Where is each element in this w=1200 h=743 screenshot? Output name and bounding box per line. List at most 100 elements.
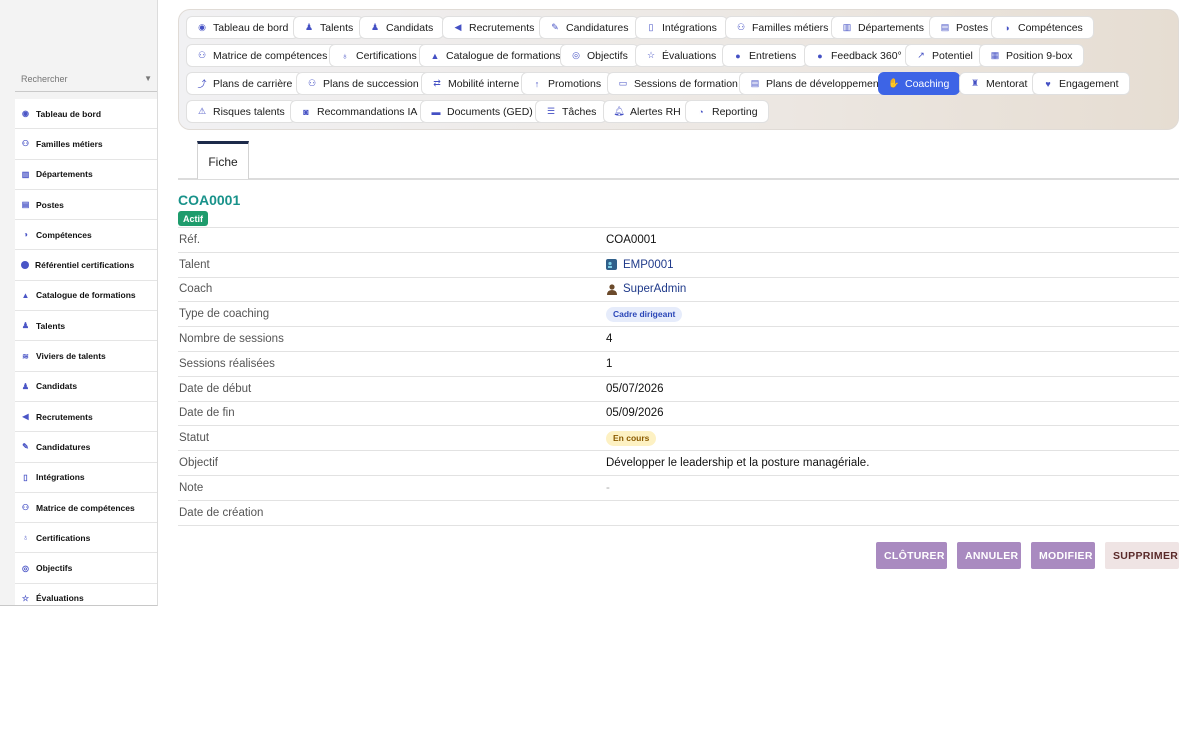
nav-chip-label: Plans de développement [766,77,882,90]
nav-chip-tableau-de-bord[interactable]: ◉ Tableau de bord [186,16,300,39]
sidebar-item-integrations[interactable]: ▯ Intégrations [15,463,157,493]
nav-chip-mentorat[interactable]: ♜ Mentorat [959,72,1039,95]
file-signature-icon: ✎ [551,22,559,32]
award-icon: ♁ [22,533,29,543]
nav-chip-position-9-box[interactable]: ▦ Position 9-box [979,44,1084,67]
nav-chip-familles-metiers[interactable]: ⚇ Familles métiers [725,16,840,39]
nav-chip-candidats[interactable]: ♟ Candidats [359,16,445,39]
field-label: Réf. [179,233,201,246]
route-icon: ⤴ [197,79,207,89]
sidebar-item-recrutements[interactable]: ◀ Recrutements [15,402,157,433]
sidebar-item-viviers-talents[interactable]: ≋ Viviers de talents [15,341,157,372]
nav-chip-recommandations-ia[interactable]: ◙ Recommandations IA [290,100,429,123]
sidebar-item-competences[interactable]: ◑ Compétences [15,220,157,251]
comment-icon: ● [817,50,823,61]
field-row-created: Date de création [178,501,1179,526]
nav-chip-catalogue-formations[interactable]: ▲ Catalogue de formations [419,44,572,67]
sidebar-item-tableau-de-bord[interactable]: ◉ Tableau de bord [15,99,157,130]
matrix-icon: ⚇ [21,503,30,512]
sidebar-item-referentiel-certifications[interactable]: Référentiel certifications [15,250,157,281]
coach-value[interactable]: SuperAdmin [623,283,686,295]
id-card-icon [606,259,617,271]
record-tabs: Fiche [178,141,1179,180]
nav-chip-mobilite-interne[interactable]: ⇄ Mobilité interne [421,72,531,95]
field-row-coach: Coach SuperAdmin [178,278,1179,303]
talent-link[interactable]: EMP0001 [606,259,674,271]
module-navigation: ◉ Tableau de bord ♟ Talents ♟ Candidats ◀ Re… [178,9,1179,130]
nav-chip-label: Tâches [562,105,597,118]
search-select[interactable]: ▼ [15,66,157,92]
field-row-ref: Réf. COA0001 [178,228,1179,253]
dashboard-icon: ◉ [198,22,206,32]
nav-chip-potentiel[interactable]: ↗ Potentiel [905,44,984,67]
star-icon: ☆ [646,50,656,60]
tasks-icon: ☰ [546,106,556,116]
nav-chip-recrutements[interactable]: ◀ Recrutements [442,16,546,39]
sidebar-item-evaluations[interactable]: ☆ Évaluations [15,584,157,605]
nav-chip-taches[interactable]: ☰ Tâches [535,100,608,123]
sidebar-item-postes[interactable]: ▤ Postes [15,190,157,221]
nav-chip-plans-carriere[interactable]: ⤴ Plans de carrière [186,72,304,95]
chevron-down-icon[interactable]: ▼ [144,74,152,83]
edit-button[interactable]: MODIFIER [1031,542,1095,569]
nav-chip-label: Intégrations [662,21,717,34]
nav-chip-plans-developpement[interactable]: ▤ Plans de développement [739,72,893,95]
talent-value[interactable]: EMP0001 [623,259,674,271]
sidebar-item-candidats[interactable]: ♟ Candidats [15,372,157,402]
sidebar-item-catalogue-formations[interactable]: ▲ Catalogue de formations [15,281,157,312]
status-pill: En cours [606,430,657,446]
nav-chip-alertes-rh[interactable]: 🔔︎ Alertes RH [603,100,692,123]
field-label: Talent [179,258,210,271]
sidebar-item-candidatures[interactable]: ✎ Candidatures [15,432,157,463]
sidebar-item-matrice-competences[interactable]: ⚇ Matrice de compétences [15,493,157,524]
nav-chip-candidatures[interactable]: ✎ Candidatures [539,16,640,39]
coach-link[interactable]: SuperAdmin [606,283,686,295]
field-value: 05/09/2026 [606,407,664,420]
nav-chip-documents-ged[interactable]: ▬ Documents (GED) [420,100,544,123]
nav-chip-departements[interactable]: ▥ Départements [831,16,935,39]
user-icon: ♟ [304,22,314,32]
sidebar-item-familles-metiers[interactable]: ⚇ Familles métiers [15,129,157,160]
status-badge: Actif [178,211,208,226]
record-title: COA0001 [178,192,241,208]
nav-chip-postes[interactable]: ▤ Postes [929,16,1000,39]
nav-chip-coaching[interactable]: ✋ Coaching [878,72,961,95]
heart-icon: ♥ [1045,78,1051,89]
tab-fiche[interactable]: Fiche [197,141,249,179]
sidebar-item-talents[interactable]: ♟ Talents [15,311,157,342]
field-value: COA0001 [606,233,657,246]
nav-chip-integrations[interactable]: ▯ Intégrations [635,16,728,39]
sidebar-item-label: Candidats [36,381,78,392]
sidebar-item-label: Intégrations [36,472,85,483]
nav-chip-engagement[interactable]: ♥ Engagement [1032,72,1130,95]
exchange-icon: ⇄ [433,78,441,88]
bell-icon: 🔔︎ [613,106,625,116]
sidebar-item-departements[interactable]: ▥ Départements [15,160,157,190]
sidebar-item-certifications[interactable]: ♁ Certifications [15,523,157,554]
nav-chip-risques-talents[interactable]: ⚠ Risques talents [186,100,296,123]
nav-chip-evaluations[interactable]: ☆ Évaluations [635,44,728,67]
nav-chip-objectifs[interactable]: ◎ Objectifs [560,44,639,67]
nav-chip-matrice-competences[interactable]: ⚇ Matrice de compétences [186,44,339,67]
sidebar-item-label: Postes [36,199,64,210]
nav-chip-plans-succession[interactable]: ⚇ Plans de succession [296,72,430,95]
nav-chip-certifications[interactable]: ♁ Certifications [329,44,428,67]
sidebar-item-objectifs[interactable]: ◎ Objectifs [15,553,157,584]
nav-chip-reporting[interactable]: ◔ Reporting [685,100,769,123]
nav-chip-entretiens[interactable]: ● Entretiens [722,44,808,67]
nav-chip-sessions-formation[interactable]: ▭ Sessions de formation [607,72,749,95]
nav-chip-promotions[interactable]: ↑ Promotions [521,72,613,95]
nav-chip-feedback-360[interactable]: ● Feedback 360° [804,44,913,67]
field-label: Objectif [179,457,218,470]
search-input[interactable] [15,66,157,92]
cancel-button[interactable]: ANNULER [957,542,1021,569]
close-record-button[interactable]: CLÔTURER [876,542,947,569]
nav-chip-talents[interactable]: ♟ Talents [293,16,365,39]
nav-chip-label: Recrutements [469,21,535,34]
nav-chip-label: Postes [956,21,989,34]
field-label: Statut [179,432,210,445]
nav-chip-label: Candidats [386,21,434,34]
delete-button[interactable]: SUPPRIMER [1105,542,1179,569]
door-icon: ▯ [23,472,28,482]
nav-chip-competences[interactable]: ◑ Compétences [991,16,1094,39]
